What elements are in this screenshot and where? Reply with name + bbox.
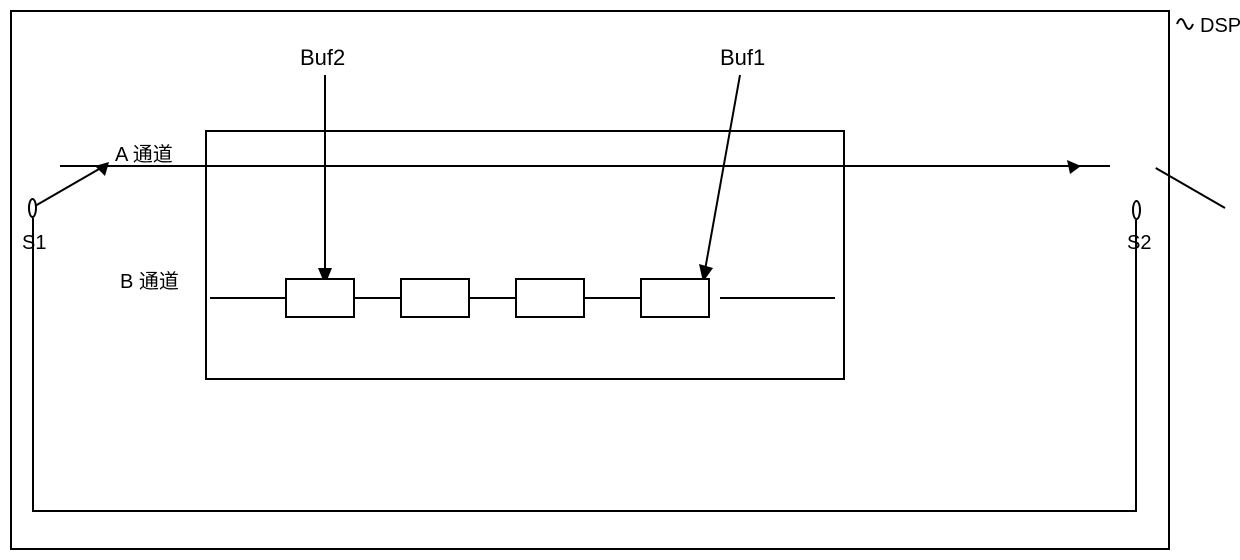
buffer-connector [470, 297, 515, 299]
buffer-box [400, 278, 470, 318]
s2-label: S2 [1127, 232, 1151, 255]
s2-terminal-icon [1132, 200, 1141, 220]
bottom-wire-left [32, 218, 34, 511]
bottom-wire-right [1135, 220, 1137, 511]
s1-arrowhead-icon [95, 160, 115, 180]
bottom-wire-horizontal [32, 510, 1137, 512]
buf2-label: Buf2 [300, 45, 345, 71]
s2-arrowhead-icon [1061, 158, 1081, 178]
a-channel-line [60, 165, 1110, 167]
s1-label: S1 [22, 232, 46, 255]
dsp-label: DSP [1200, 15, 1240, 38]
buffer-connector [585, 297, 640, 299]
buffer-box [285, 278, 355, 318]
inner-frame [205, 130, 845, 380]
buffer-box [515, 278, 585, 318]
buffer-box [640, 278, 710, 318]
buffer-connector [355, 297, 400, 299]
b-channel-line-left [210, 297, 285, 299]
s1-terminal-icon [28, 198, 37, 218]
sine-icon [1175, 10, 1197, 32]
b-channel-label: B 通道 [120, 265, 179, 294]
a-channel-label: A 通道 [115, 138, 173, 167]
b-channel-line-right [720, 297, 835, 299]
buf1-label: Buf1 [720, 45, 765, 71]
